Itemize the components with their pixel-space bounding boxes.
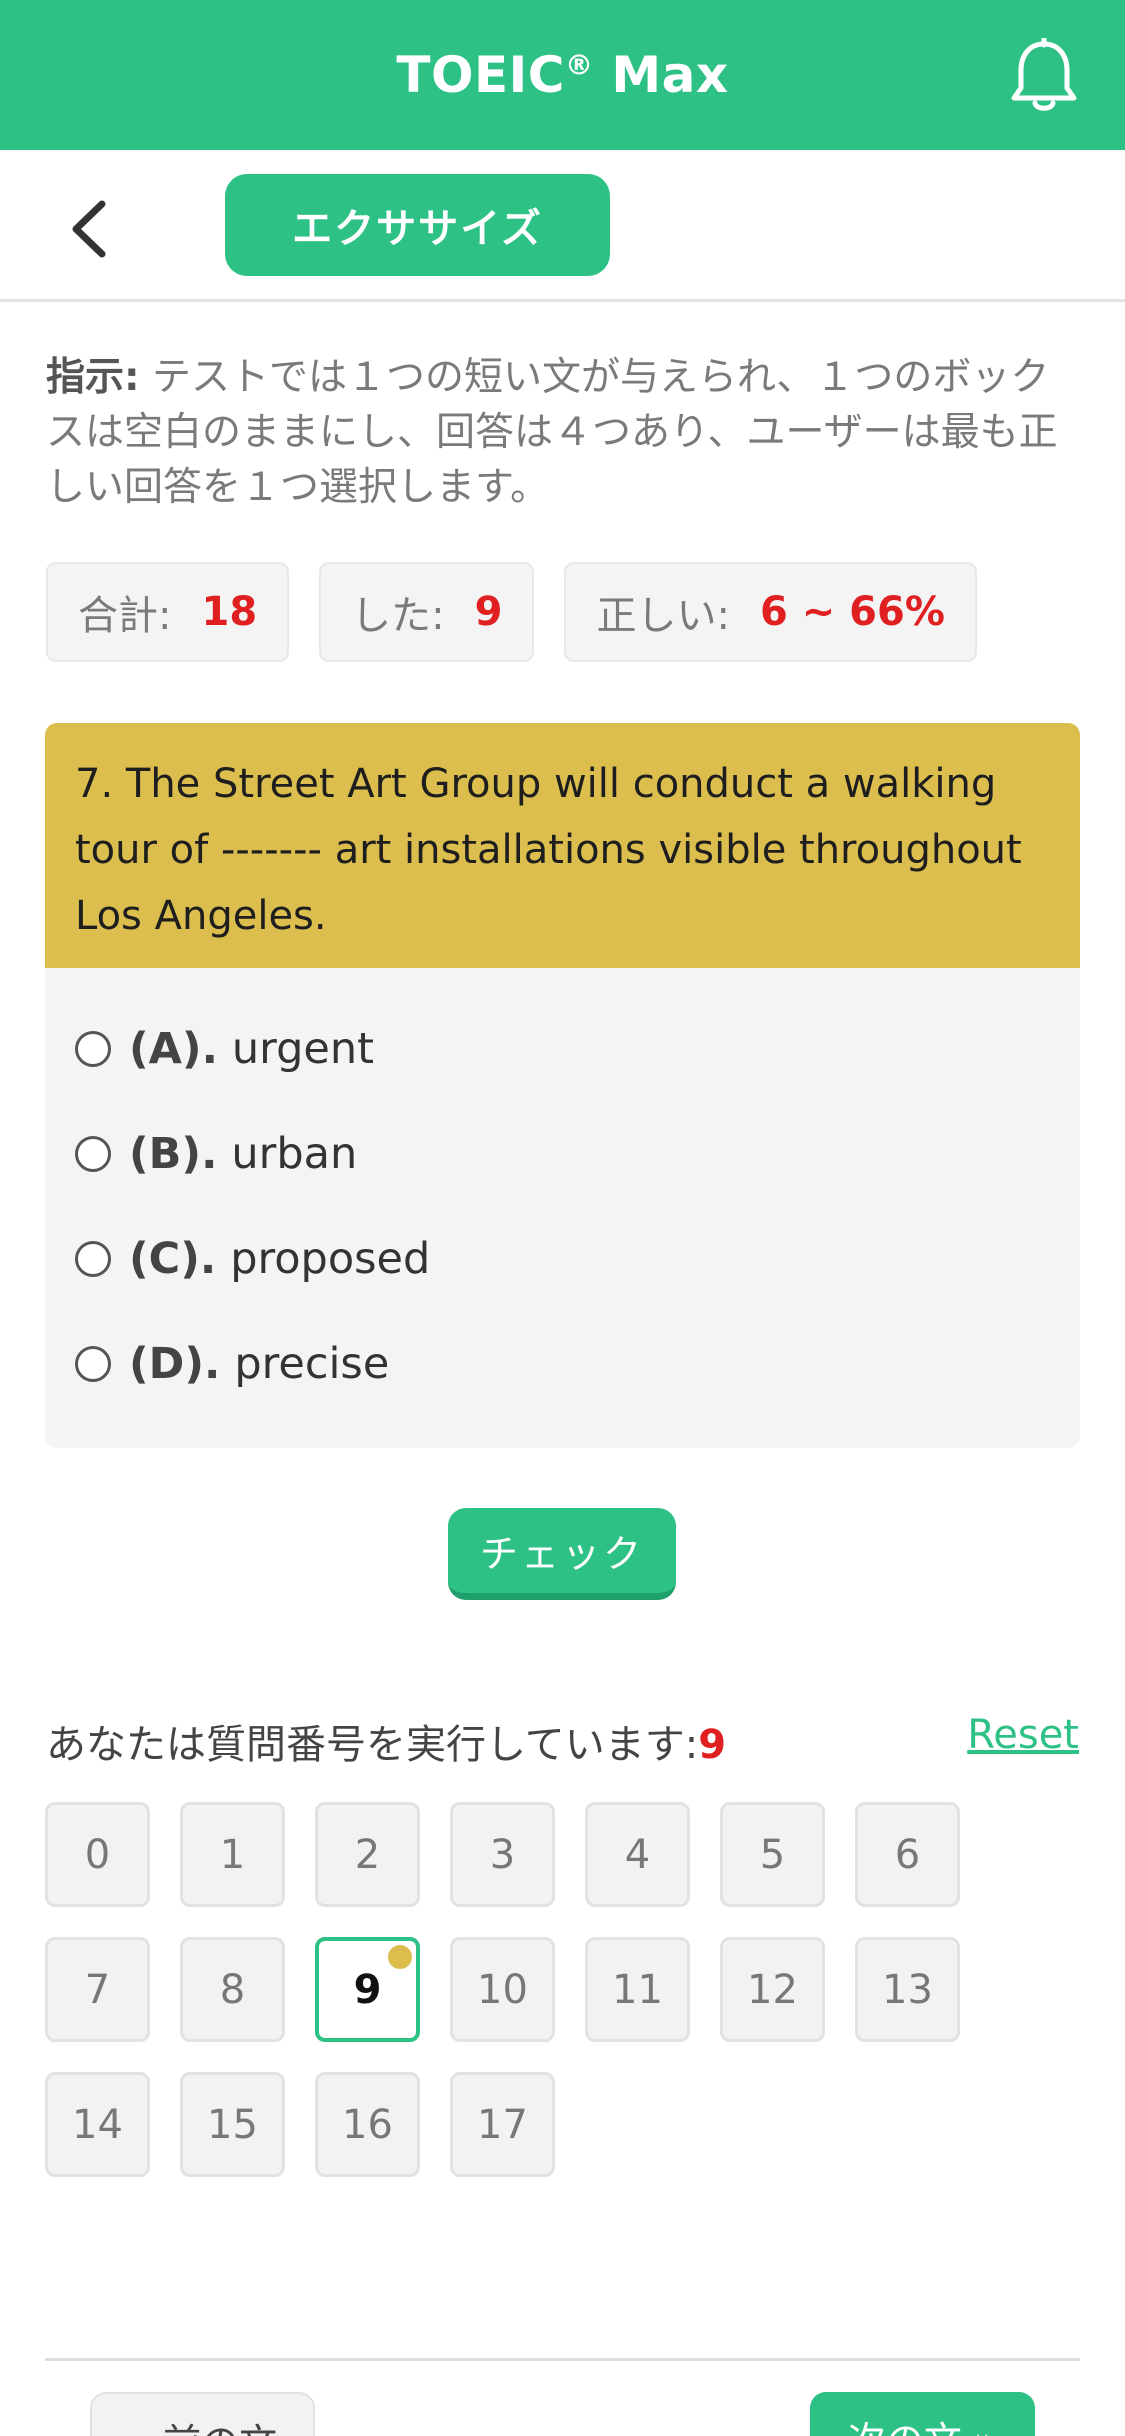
option-d[interactable]: (D). precise [45, 1311, 1080, 1416]
question-number-button[interactable]: 14 [45, 2072, 150, 2177]
stat-total: 合計: 18 [46, 562, 290, 662]
check-button[interactable]: チェック [448, 1508, 676, 1600]
question-card: 7. The Street Art Group will conduct a w… [45, 723, 1080, 1448]
question-number-button[interactable]: 7 [45, 1937, 150, 2042]
chevron-left-icon [72, 200, 106, 258]
app-root: TOEIC® Max エクササイズ 指示: テストでは１つの短い文が与えられ、１… [0, 0, 1125, 2436]
question-number-button[interactable]: 12 [720, 1937, 825, 2042]
question-number-button[interactable]: 4 [585, 1802, 690, 1907]
exercise-mode-pill[interactable]: エクササイズ [225, 174, 610, 276]
current-indicator-dot [388, 1945, 412, 1969]
question-number-button[interactable]: 10 [450, 1937, 555, 2042]
stat-correct-value: 6 ~ 66% [759, 589, 945, 635]
instructions: 指示: テストでは１つの短い文が与えられ、１つのボックスは空白のままにし、回答は… [46, 350, 1086, 515]
previous-sentence-button[interactable]: « 前の文 [90, 2392, 315, 2436]
stat-done-value: 9 [474, 589, 503, 635]
question-number-button[interactable]: 1 [180, 1802, 285, 1907]
question-number-button[interactable]: 17 [450, 2072, 555, 2177]
current-question-number: 9 [698, 1722, 727, 1768]
question-number-button[interactable]: 6 [855, 1802, 960, 1907]
question-number-button[interactable]: 16 [315, 2072, 420, 2177]
radio-button[interactable] [75, 1135, 111, 1172]
question-number-button[interactable]: 15 [180, 2072, 285, 2177]
progress-label: あなたは質問番号を実行しています:9 [46, 1722, 727, 1768]
radio-button[interactable] [75, 1030, 111, 1067]
question-number-button[interactable]: 13 [855, 1937, 960, 2042]
question-number-button[interactable]: 11 [585, 1937, 690, 2042]
reset-link[interactable]: Reset [967, 1712, 1079, 1758]
option-c[interactable]: (C). proposed [45, 1206, 1080, 1311]
stat-correct: 正しい: 6 ~ 66% [564, 562, 977, 662]
instructions-text: テストでは１つの短い文が与えられ、１つのボックスは空白のままにし、回答は４つあり… [46, 355, 1058, 510]
question-number-button[interactable]: 0 [45, 1802, 150, 1907]
question-text: 7. The Street Art Group will conduct a w… [45, 723, 1080, 968]
question-number-button[interactable]: 5 [720, 1802, 825, 1907]
footer-divider [45, 2358, 1080, 2361]
bell-icon[interactable] [1009, 36, 1079, 114]
question-number-button[interactable]: 3 [450, 1802, 555, 1907]
stat-done: した: 9 [319, 562, 535, 662]
option-b[interactable]: (B). urban [45, 1101, 1080, 1206]
radio-button[interactable] [75, 1345, 111, 1382]
option-a[interactable]: (A). urgent [45, 996, 1080, 1101]
question-number-button[interactable]: 8 [180, 1937, 285, 2042]
back-button[interactable] [60, 194, 120, 264]
sub-header: エクササイズ [0, 150, 1125, 302]
question-number-button-current[interactable]: 9 [315, 1937, 420, 2042]
app-title: TOEIC® Max [396, 46, 729, 104]
instructions-label: 指示: [46, 355, 140, 400]
question-number-grid: 0 1 2 3 4 5 6 7 8 9 10 11 12 13 14 15 16… [45, 1802, 1005, 2177]
next-sentence-button[interactable]: 次の文 » [810, 2392, 1035, 2436]
question-number-button[interactable]: 2 [315, 1802, 420, 1907]
app-bar: TOEIC® Max [0, 0, 1125, 150]
radio-button[interactable] [75, 1240, 111, 1277]
stat-total-value: 18 [201, 589, 258, 635]
stats-row: 合計: 18 した: 9 正しい: 6 ~ 66% [46, 562, 977, 662]
options-list: (A). urgent (B). urban (C). proposed (D)… [45, 968, 1080, 1448]
